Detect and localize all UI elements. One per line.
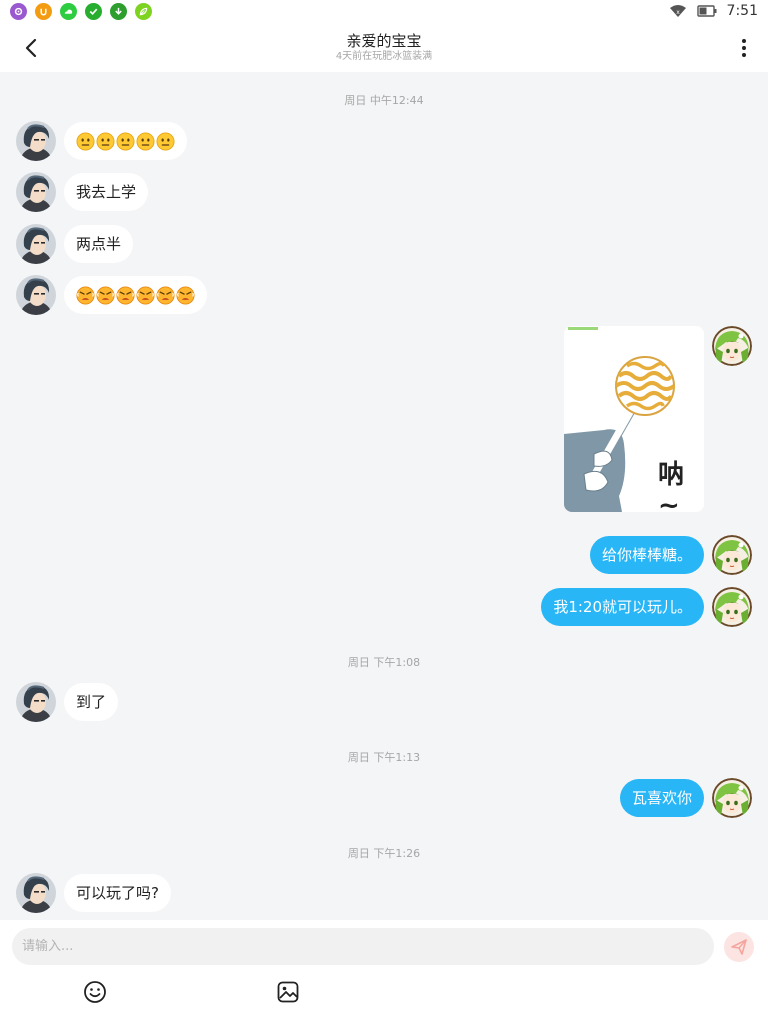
angry-face-icon bbox=[116, 286, 135, 305]
emoji-group bbox=[76, 276, 195, 314]
angry-face-icon bbox=[176, 286, 195, 305]
angry-face-icon bbox=[156, 286, 175, 305]
chat-header: 亲爱的宝宝 4天前在玩肥冰篮装满 bbox=[0, 24, 768, 72]
system-status: x 7:51 bbox=[669, 3, 758, 19]
angry-face-icon bbox=[96, 286, 115, 305]
more-vertical-icon bbox=[742, 39, 746, 57]
timestamp: 周日 中午12:44 bbox=[344, 94, 424, 107]
battery-icon bbox=[696, 5, 717, 17]
timestamp: 周日 下午1:13 bbox=[347, 751, 421, 764]
timestamp: 周日 下午1:08 bbox=[347, 656, 421, 669]
message-row: 两点半 bbox=[0, 224, 768, 264]
chat-subtitle: 4天前在玩肥冰篮装满 bbox=[335, 51, 433, 62]
u-app-icon bbox=[35, 3, 52, 20]
more-options-button[interactable] bbox=[732, 36, 756, 60]
self-avatar[interactable] bbox=[712, 535, 752, 575]
message-bubble[interactable]: 给你棒棒糖。 bbox=[589, 536, 704, 574]
settings-icon bbox=[10, 3, 27, 20]
self-avatar[interactable] bbox=[712, 587, 752, 627]
message-row bbox=[0, 275, 768, 315]
message-row bbox=[0, 121, 768, 161]
emoji-message-bubble[interactable] bbox=[64, 122, 187, 160]
send-button[interactable] bbox=[724, 932, 754, 962]
emoji-message-bubble[interactable] bbox=[64, 276, 207, 314]
contact-avatar[interactable] bbox=[16, 224, 56, 264]
contact-avatar[interactable] bbox=[16, 275, 56, 315]
contact-avatar[interactable] bbox=[16, 682, 56, 722]
wifi-icon: x bbox=[669, 5, 686, 17]
sticker-caption: 呐~ bbox=[658, 460, 685, 512]
neutral-face-icon bbox=[136, 132, 155, 151]
send-icon bbox=[731, 939, 747, 955]
neutral-face-icon bbox=[156, 132, 175, 151]
title-block: 亲爱的宝宝 4天前在玩肥冰篮装满 bbox=[0, 32, 768, 63]
contact-avatar[interactable] bbox=[16, 873, 56, 913]
notification-icons bbox=[10, 3, 152, 20]
neutral-face-icon bbox=[96, 132, 115, 151]
chat-title: 亲爱的宝宝 bbox=[346, 32, 422, 50]
message-input[interactable] bbox=[12, 928, 714, 965]
smiley-icon bbox=[84, 981, 106, 1003]
message-row: 我去上学 bbox=[0, 172, 768, 212]
message-row: 瓦喜欢你 bbox=[0, 778, 768, 818]
neutral-face-icon bbox=[116, 132, 135, 151]
message-row: 给你棒棒糖。 bbox=[0, 535, 768, 575]
image-button[interactable] bbox=[276, 980, 300, 1004]
angry-face-icon bbox=[136, 286, 155, 305]
message-bubble[interactable]: 两点半 bbox=[64, 225, 134, 263]
angry-face-icon bbox=[76, 286, 95, 305]
message-row: 呐~ bbox=[0, 326, 768, 512]
message-bubble[interactable]: 我1:20就可以玩儿。 bbox=[541, 588, 704, 626]
message-row: 可以玩了吗? bbox=[0, 873, 768, 913]
image-icon bbox=[277, 981, 299, 1003]
leaf-app-icon bbox=[135, 3, 152, 20]
self-avatar[interactable] bbox=[712, 778, 752, 818]
svg-text:x: x bbox=[676, 9, 680, 16]
clock: 7:51 bbox=[726, 3, 758, 19]
composer bbox=[0, 920, 768, 1024]
message-bubble[interactable]: 瓦喜欢你 bbox=[619, 779, 704, 817]
message-row: 我1:20就可以玩儿。 bbox=[0, 587, 768, 627]
self-avatar[interactable] bbox=[712, 326, 752, 366]
message-bubble[interactable]: 可以玩了吗? bbox=[64, 874, 171, 912]
message-bubble[interactable]: 我去上学 bbox=[64, 173, 149, 211]
contact-avatar[interactable] bbox=[16, 121, 56, 161]
download-app-icon bbox=[110, 3, 127, 20]
emoji-group bbox=[76, 122, 175, 160]
emoji-button[interactable] bbox=[83, 980, 107, 1004]
message-bubble[interactable]: 到了 bbox=[64, 683, 119, 721]
neutral-face-icon bbox=[76, 132, 95, 151]
message-row: 到了 bbox=[0, 682, 768, 722]
contact-avatar[interactable] bbox=[16, 172, 56, 212]
check-app-icon bbox=[85, 3, 102, 20]
status-bar: x 7:51 bbox=[0, 0, 768, 24]
cloud-app-icon bbox=[60, 3, 77, 20]
lollipop-sticker[interactable]: 呐~ bbox=[564, 326, 704, 512]
timestamp: 周日 下午1:26 bbox=[347, 847, 421, 860]
